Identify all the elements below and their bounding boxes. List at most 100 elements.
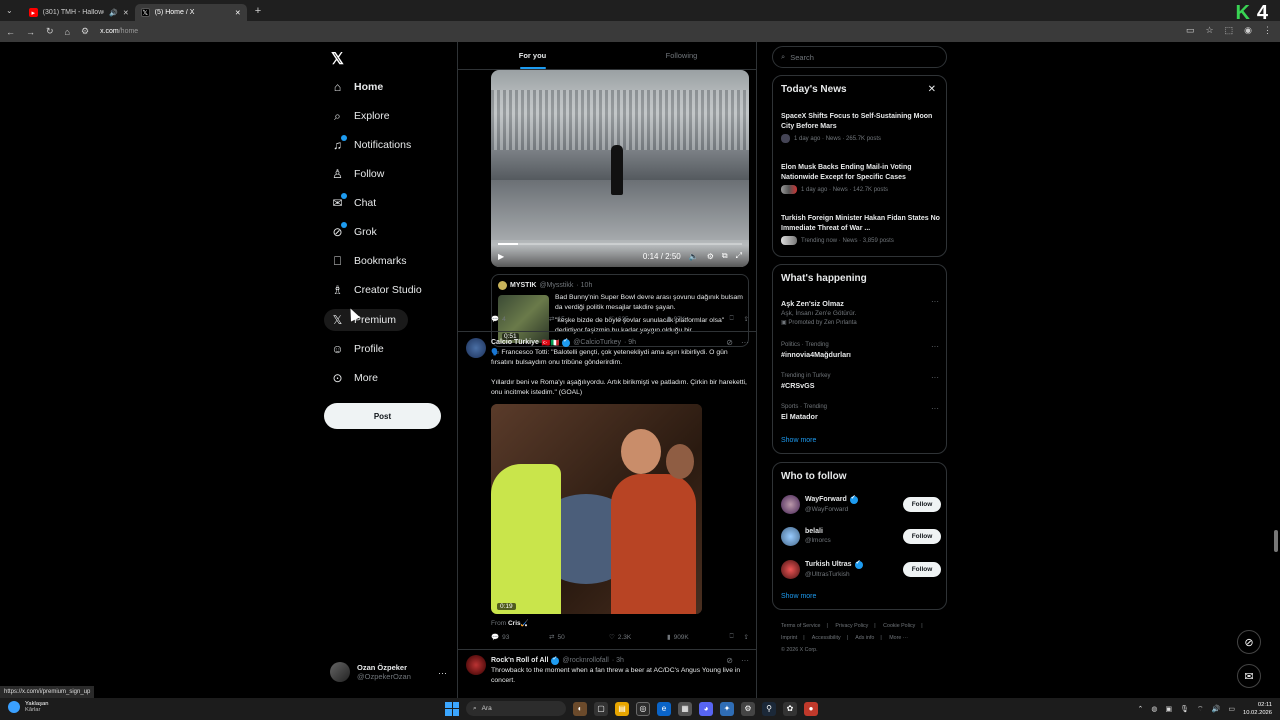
wifi-icon[interactable]: ⌔ (1197, 705, 1204, 714)
bookmark-icon[interactable]: ⎕ (730, 633, 734, 641)
microphone-icon[interactable]: 🎙 (1180, 705, 1189, 713)
menu-icon[interactable]: ⋮ (1263, 25, 1272, 36)
account-more-icon[interactable]: ··· (438, 668, 447, 678)
nav-item-creator-studio[interactable]: ♗ Creator Studio (331, 281, 422, 299)
cast-icon[interactable]: ▭ (1186, 25, 1195, 36)
news-item[interactable]: Elon Musk Backs Ending Mail-in Voting Na… (781, 163, 941, 194)
browser-tab-youtube[interactable]: ▸ (301) TMH - Halloween [G/… 🔊 ✕ (23, 4, 135, 21)
close-tab-icon[interactable]: ✕ (235, 9, 241, 17)
nav-item-profile[interactable]: ☺ Profile (331, 340, 383, 358)
reply-button[interactable]: 💬 4 (491, 315, 549, 324)
repost-button[interactable]: ⇄ 50 (549, 633, 609, 642)
nav-item-chat[interactable]: ✉ Chat (331, 193, 376, 212)
repost-button[interactable]: ⇄ 15 (549, 315, 609, 324)
taskbar-search-input[interactable]: ⌕ Ara (466, 701, 566, 716)
share-icon[interactable]: ⇪ (744, 315, 749, 323)
forward-icon[interactable]: → (26, 27, 35, 37)
file-explorer-icon[interactable]: ▤ (615, 701, 629, 716)
tray-app-icon[interactable]: ▣ (1166, 705, 1173, 713)
messages-fab-icon[interactable]: ✉ (1237, 664, 1261, 688)
nav-item-notifications[interactable]: ♫ Notifications (331, 135, 411, 154)
like-button[interactable]: ♡ 635 (609, 315, 667, 324)
x-logo-icon[interactable]: 𝕏 (331, 49, 344, 69)
close-icon[interactable]: ✕ (928, 84, 936, 95)
like-button[interactable]: ♡ 2.3K (609, 633, 667, 642)
grok-explain-icon[interactable]: ⊘ (726, 656, 733, 665)
recorder-icon[interactable]: ● (804, 701, 818, 716)
share-icon[interactable]: ⇪ (744, 633, 749, 641)
show-more-link[interactable]: Show more (781, 593, 816, 600)
fullscreen-icon[interactable]: ⤢ (736, 251, 742, 261)
show-more-link[interactable]: Show more (781, 437, 816, 444)
nav-item-grok[interactable]: ⊘ Grok (331, 222, 377, 241)
battery-icon[interactable]: ▭ (1228, 705, 1235, 713)
tray-app-icon[interactable]: ◍ (1151, 705, 1157, 713)
timeline[interactable]: For you Following ▶ 0:14 / 2:50 🔈 ⚙ ⧉ ⤢ … (457, 42, 757, 698)
play-icon[interactable]: ▶ (498, 252, 504, 261)
steam-icon[interactable]: ⚲ (762, 701, 776, 716)
home-browser-icon[interactable]: ⌂ (65, 27, 70, 37)
search-input[interactable]: ⌕ Search (772, 46, 947, 68)
quoted-post[interactable]: MYSTIK @Mysstikk · 10h 0:51 Bad Bunny'ni… (491, 274, 749, 347)
nav-item-follow[interactable]: ♙ Follow (331, 165, 384, 183)
speaker-icon[interactable]: 🔊 (109, 9, 118, 17)
discord-icon[interactable]: ◕ (699, 701, 713, 716)
extension-icon[interactable]: ⬚ (1225, 25, 1234, 36)
url-field[interactable]: x.com/home (100, 28, 138, 35)
trend-item[interactable]: Sports · Trending El Matador ··· (781, 404, 941, 421)
follow-button[interactable]: Follow (903, 528, 941, 544)
back-icon[interactable]: ← (6, 27, 15, 37)
weather-widget[interactable]: Yaklaşan Kârlar (8, 701, 48, 713)
news-item[interactable]: SpaceX Shifts Focus to Self-Sustaining M… (781, 112, 941, 143)
follow-suggestion[interactable]: Turkish Ultras @UltrasTurkish Follow (781, 557, 941, 581)
app-icon[interactable]: ✦ (720, 701, 734, 716)
clock[interactable]: 02:11 10.02.2026 (1243, 701, 1272, 717)
nav-item-home[interactable]: ⌂ Home (331, 78, 383, 96)
trend-item[interactable]: Aşk Zen'siz Olmaz Aşk, İnsanı Zen'e Götü… (781, 297, 941, 326)
reply-button[interactable]: 💬 93 (491, 633, 549, 642)
grok-explain-icon[interactable]: ⊘ (726, 338, 733, 347)
start-button[interactable] (445, 701, 459, 716)
settings-icon[interactable]: ⚙ (741, 701, 755, 716)
volume-icon[interactable]: 🔈 (689, 252, 699, 261)
video-source[interactable]: From Cris🏑 (491, 619, 529, 627)
account-switcher[interactable]: Ozan Özpeker @OzpekerOzan (330, 662, 411, 682)
chrome-icon[interactable]: ◎ (636, 701, 650, 716)
post-button[interactable]: Post (324, 403, 441, 429)
avatar[interactable] (466, 655, 486, 675)
close-tab-icon[interactable]: ✕ (123, 9, 129, 17)
profile-browser-icon[interactable]: ◉ (1244, 25, 1252, 36)
site-info-icon[interactable]: ⚙ (81, 26, 89, 37)
follow-suggestion[interactable]: WayForward @WayForward Follow (781, 492, 941, 516)
tray-chevron-icon[interactable]: ⌃ (1138, 705, 1144, 713)
nav-item-premium[interactable]: 𝕏 Premium (331, 311, 396, 329)
avatar[interactable] (466, 338, 486, 358)
trend-more-icon[interactable]: ··· (931, 297, 939, 306)
views-button[interactable]: ▮ 97K (667, 315, 729, 324)
pip-icon[interactable]: ⧉ (722, 251, 728, 261)
reload-icon[interactable]: ↻ (46, 26, 54, 37)
trend-item[interactable]: Politics · Trending #innovia4Mağdurları … (781, 342, 941, 359)
trend-more-icon[interactable]: ··· (931, 373, 939, 382)
grok-fab-icon[interactable]: ⊘ (1237, 630, 1261, 654)
tab-for-you[interactable]: For you (458, 42, 607, 69)
news-item[interactable]: Turkish Foreign Minister Hakan Fidan Sta… (781, 214, 941, 245)
scrollbar-thumb[interactable] (1274, 530, 1278, 552)
star-icon[interactable]: ☆ (1206, 25, 1214, 36)
video-player[interactable]: ▶ 0:14 / 2:50 🔈 ⚙ ⧉ ⤢ (491, 70, 749, 267)
trend-item[interactable]: Trending in Turkey #CRSvGS ··· (781, 373, 941, 390)
edge-icon[interactable]: e (657, 701, 671, 716)
trend-more-icon[interactable]: ··· (931, 342, 939, 351)
store-icon[interactable]: ▦ (678, 701, 692, 716)
new-tab-button[interactable]: + (255, 5, 261, 17)
follow-suggestion[interactable]: belali @lmorcs Follow (781, 524, 941, 548)
task-view-icon[interactable]: ▢ (594, 701, 608, 716)
post-more-icon[interactable]: ··· (741, 656, 749, 665)
post-more-icon[interactable]: ··· (741, 338, 749, 347)
follow-button[interactable]: Follow (903, 496, 941, 512)
browser-tab-x[interactable]: 𝕏 (5) Home / X ✕ (134, 4, 247, 21)
settings-icon[interactable]: ⚙ (707, 252, 714, 261)
nav-item-explore[interactable]: ⌕ Explore (331, 107, 389, 125)
nav-item-bookmarks[interactable]: ⎕ Bookmarks (331, 252, 407, 270)
post-video[interactable]: 0:19 (491, 404, 702, 614)
